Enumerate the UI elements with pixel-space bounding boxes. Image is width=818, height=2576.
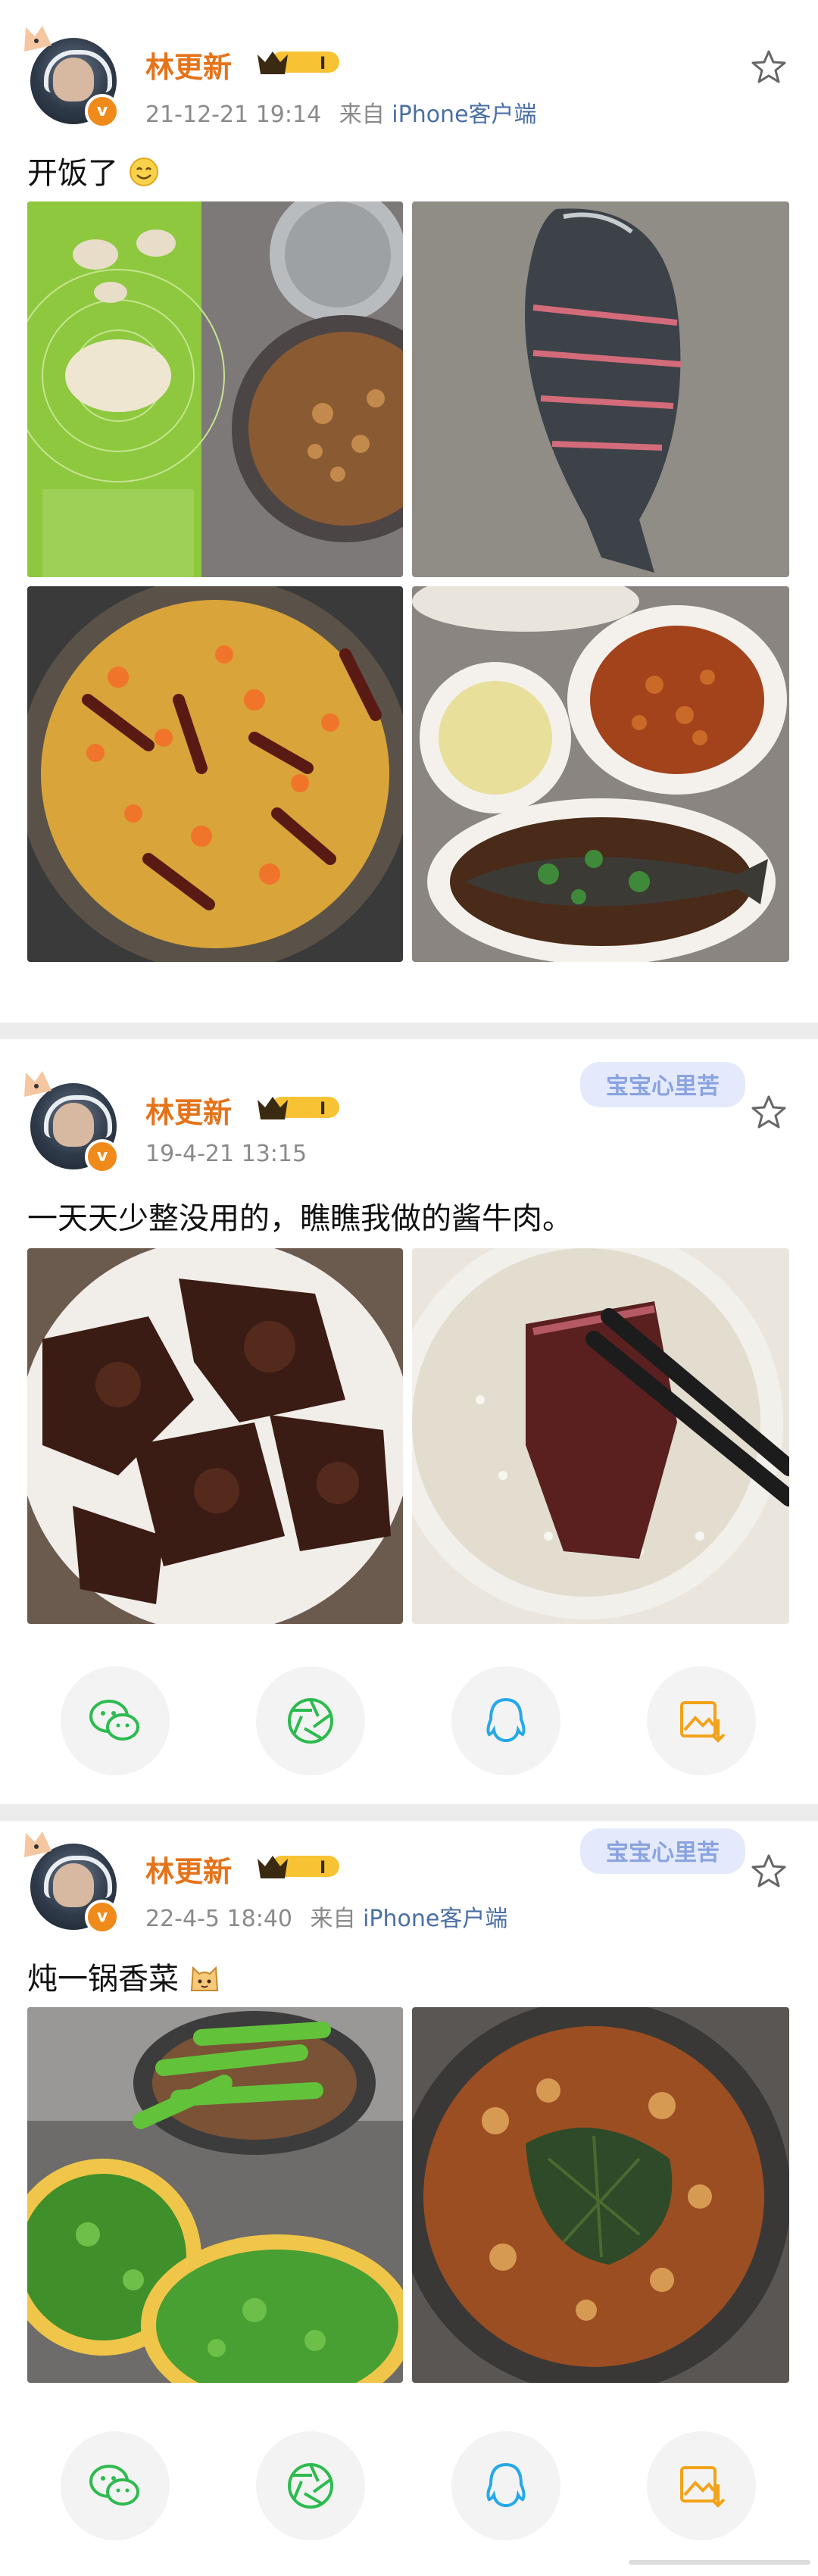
sticker-stamp: 宝宝心里苦 (580, 1062, 745, 1107)
post-card: 宝宝心里苦 v 林更新 I 22-4-5 18:40 来自 iPhone客户端 … (0, 1821, 818, 2576)
wechat-icon (89, 1700, 139, 1741)
post-photo[interactable] (27, 201, 403, 577)
share-wechat-button[interactable] (61, 1666, 170, 1775)
post-from-label: 来自 (339, 101, 385, 128)
share-qq-button[interactable] (451, 1666, 560, 1775)
post-text: 一天天少整没用的，瞧瞧我做的酱牛肉。 (27, 1201, 573, 1236)
member-level-badge-icon: I (258, 1856, 339, 1878)
share-save-image-button[interactable] (647, 1666, 756, 1775)
post-meta: 22-4-5 18:40 来自 iPhone客户端 (145, 1900, 507, 1933)
username[interactable]: 林更新 (145, 44, 232, 86)
share-moments-button[interactable] (256, 2431, 365, 2540)
favorite-star-icon[interactable] (750, 1094, 788, 1132)
post-time: 22-4-5 18:40 (145, 1906, 292, 1932)
post-photo[interactable] (27, 1248, 403, 1624)
post-text: 炖一锅香菜 (27, 1954, 220, 1998)
post-photo[interactable] (27, 586, 403, 962)
sticker-stamp-text: 宝宝心里苦 (606, 1840, 720, 1866)
post-meta: 21-12-21 19:14 来自 iPhone客户端 (145, 95, 537, 129)
cat-emoji-icon (190, 1966, 218, 1991)
post-photo[interactable] (412, 1248, 789, 1624)
username[interactable]: 林更新 (145, 1848, 232, 1890)
svg-text:I: I (320, 1859, 326, 1878)
share-save-image-button[interactable] (647, 2431, 756, 2540)
post-card: 宝宝心里苦 v 林更新 I 19-4-21 13:15 一天天少整没用的，瞧瞧我… (0, 1039, 818, 1804)
qq-icon (486, 1697, 526, 1742)
post-text-content: 炖一锅香菜 (27, 1962, 179, 1997)
share-wechat-button[interactable] (61, 2431, 170, 2540)
save-image-icon (680, 1701, 726, 1743)
save-image-icon (680, 2466, 726, 2508)
post-meta: 19-4-21 13:15 (145, 1141, 307, 1167)
share-qq-button[interactable] (451, 2431, 560, 2540)
svg-text:I: I (320, 1100, 326, 1119)
member-level-badge-icon: I (258, 52, 339, 74)
post-text: 开饭了 (27, 148, 160, 192)
sticker-stamp-text: 宝宝心里苦 (606, 1073, 720, 1100)
post-from-label: 来自 (310, 1906, 356, 1932)
moments-icon (288, 2463, 333, 2509)
post-photo[interactable] (27, 2007, 403, 2383)
cat-ears-icon (24, 1831, 52, 1857)
username[interactable]: 林更新 (145, 1089, 232, 1131)
post-text-content: 开饭了 (27, 156, 118, 191)
post-photo[interactable] (412, 2007, 789, 2383)
smile-emoji-icon (129, 158, 158, 186)
favorite-star-icon[interactable] (750, 1853, 788, 1891)
favorite-star-icon[interactable] (750, 48, 788, 86)
share-moments-button[interactable] (256, 1666, 365, 1775)
post-card: v 林更新 I 21-12-21 19:14 来自 iPhone客户端 开饭了 (0, 0, 818, 1023)
post-time: 21-12-21 19:14 (145, 101, 322, 128)
post-divider (0, 1023, 818, 1039)
cat-ears-icon (24, 26, 52, 52)
bottom-handle (629, 2560, 810, 2565)
svg-text:I: I (320, 55, 326, 73)
member-level-badge-icon: I (258, 1097, 339, 1119)
post-photo[interactable] (412, 201, 789, 577)
moments-icon (288, 1698, 333, 1744)
verified-badge: v (85, 1139, 120, 1174)
post-divider (0, 1804, 818, 1821)
sticker-stamp: 宝宝心里苦 (580, 1828, 745, 1874)
verified-badge: v (85, 94, 120, 129)
post-source-link[interactable]: iPhone客户端 (392, 101, 536, 128)
post-photo[interactable] (412, 586, 789, 962)
qq-icon (486, 2462, 526, 2507)
wechat-icon (89, 2465, 139, 2506)
post-source-link[interactable]: iPhone客户端 (363, 1906, 507, 1932)
verified-badge: v (85, 1900, 120, 1934)
cat-ears-icon (24, 1071, 52, 1097)
post-time: 19-4-21 13:15 (145, 1141, 308, 1167)
